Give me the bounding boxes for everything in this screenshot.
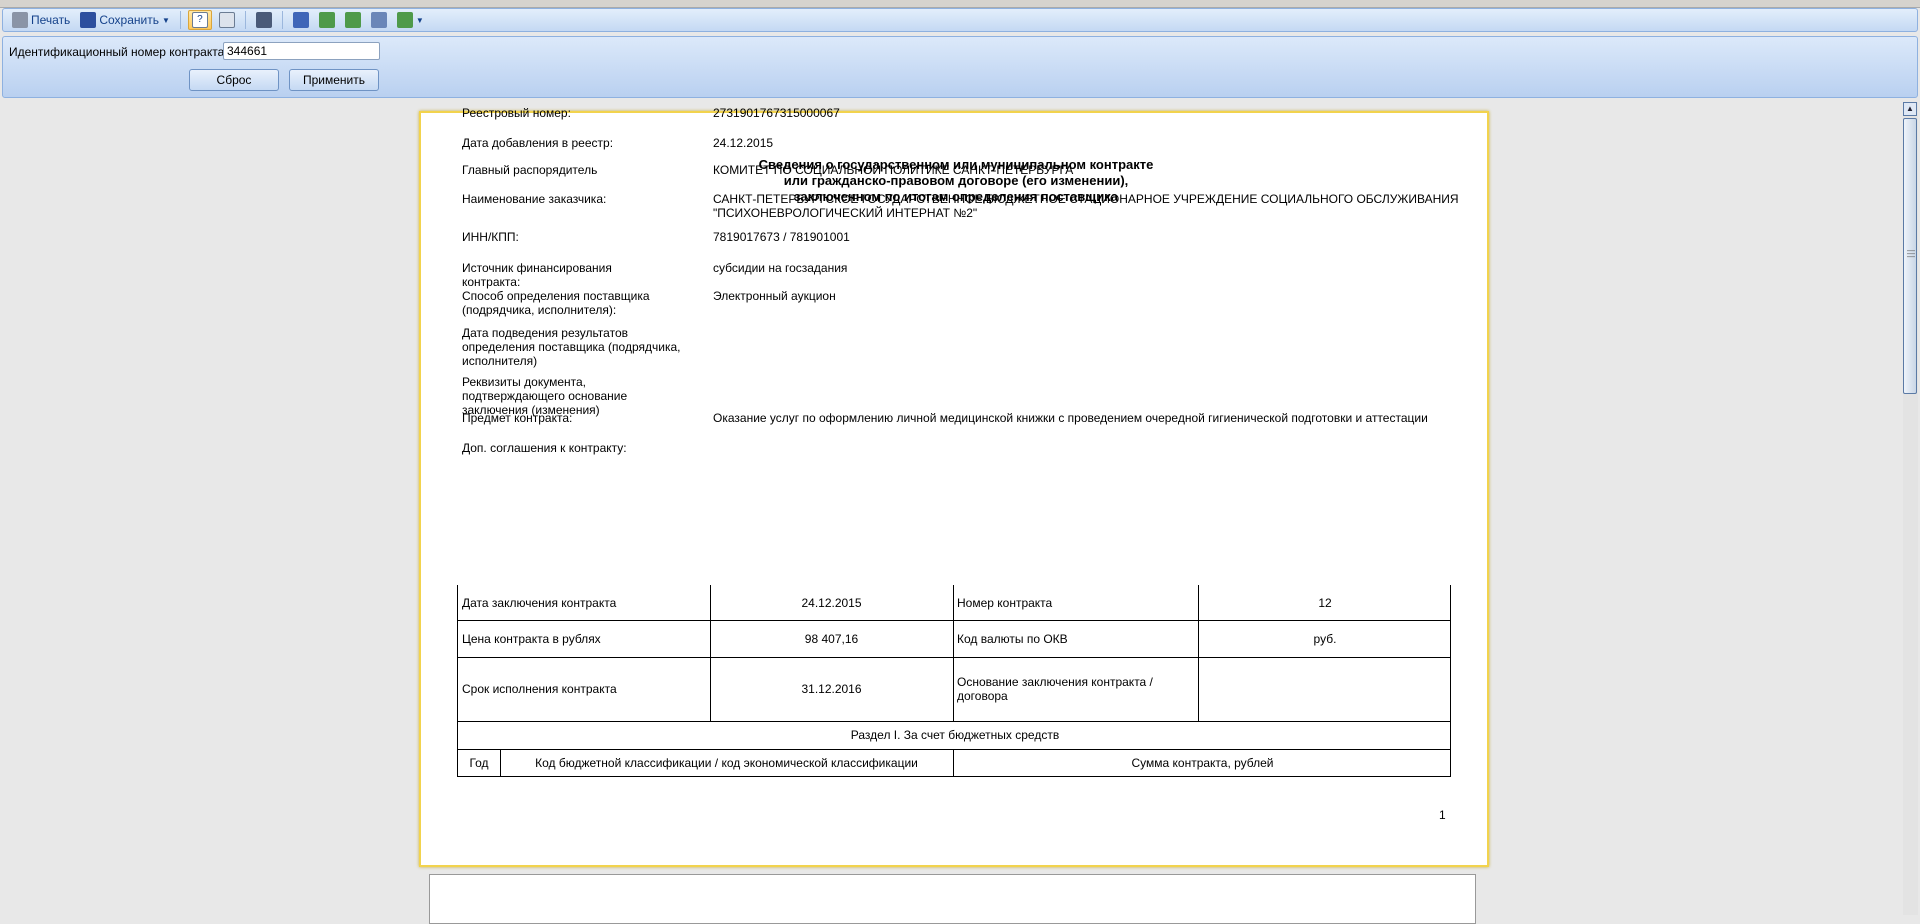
two-pages-button[interactable] (342, 10, 364, 30)
contract-table: Дата заключения контракта 24.12.2015 Номер… (457, 585, 1451, 777)
field-label: Дата добавления в реестр: (462, 136, 614, 150)
chevron-down-icon: ▼ (161, 15, 170, 25)
field-label: Предмет контракта: (462, 411, 573, 425)
chevron-down-icon: ▼ (415, 15, 424, 25)
document-map-button[interactable]: ? (187, 10, 212, 30)
multiple-pages-button[interactable]: ▼ (394, 10, 427, 30)
field-label: Реестровый номер: (462, 106, 571, 120)
table-header: Код бюджетной классификации / код эконом… (535, 756, 918, 770)
apply-button[interactable]: Применить (289, 69, 379, 91)
contract-id-input[interactable] (223, 42, 380, 60)
table-cell: Номер контракта (957, 595, 1053, 610)
page-layout-button[interactable] (216, 10, 238, 30)
field-label: Доп. соглашения к контракту: (462, 441, 627, 455)
toolbar-separator (281, 11, 283, 29)
page-columns-icon (218, 12, 235, 28)
table-rule (953, 585, 954, 721)
single-page-icon (292, 12, 309, 28)
single-page-button[interactable] (290, 10, 312, 30)
table-cell: Цена контракта в рублях (462, 631, 601, 646)
page-width-icon (318, 12, 335, 28)
scroll-up-arrow-icon[interactable]: ▲ (1903, 102, 1917, 116)
table-cell: 24.12.2015 (801, 595, 862, 610)
binoculars-icon (255, 12, 272, 28)
continuous-page-icon (370, 12, 387, 28)
filter-panel: Идентификационный номер контракта Сброс … (2, 36, 1918, 98)
field-label: Наименование заказчика: (462, 192, 607, 206)
table-rule (710, 585, 711, 721)
page-number: 1 (1439, 808, 1446, 822)
printer-icon (12, 12, 28, 28)
continuous-button[interactable] (368, 10, 390, 30)
save-button[interactable]: Сохранить ▼ (77, 10, 173, 30)
toolbar-separator (244, 11, 246, 29)
print-button[interactable]: Печать (9, 10, 73, 30)
page-width-button[interactable] (316, 10, 338, 30)
grip-icon: — — — (1907, 246, 1915, 261)
two-pages-icon (344, 12, 361, 28)
field-label: Способ определения поставщика (подрядчик… (462, 289, 650, 317)
report-page-2 (429, 874, 1476, 924)
field-value: 2731901767315000067 (713, 106, 840, 120)
report-toolbar: Печать Сохранить ▼ ? ▼ (2, 8, 1918, 32)
help-document-icon: ? (191, 12, 208, 28)
table-cell: 12 (1318, 595, 1332, 610)
field-value: Электронный аукцион (713, 289, 836, 303)
floppy-disk-icon (80, 12, 97, 28)
table-header: Год (469, 756, 489, 770)
field-value: 7819017673 / 781901001 (713, 230, 850, 244)
table-cell (1202, 657, 1448, 721)
table-rule (1198, 585, 1199, 721)
field-label: Дата подведения результатов определения … (462, 326, 681, 368)
table-cell: 98 407,16 (804, 631, 859, 646)
contract-id-label: Идентификационный номер контракта (9, 45, 225, 59)
toolbar-separator (179, 11, 181, 29)
field-value: Оказание услуг по оформлению личной меди… (713, 411, 1428, 425)
multiple-pages-icon (396, 12, 413, 28)
table-cell: 31.12.2016 (801, 682, 862, 696)
field-label: Источник финансирования контракта: (462, 261, 612, 289)
reset-button[interactable]: Сброс (189, 69, 279, 91)
table-cell: Срок исполнения контракта (462, 682, 617, 696)
section-title: Раздел I. За счет бюджетных средств (850, 728, 1060, 742)
field-value: КОМИТЕТ ПО СОЦИАЛЬНОЙ ПОЛИТИКЕ САНКТ-ПЕТ… (713, 163, 1074, 177)
table-cell: Основание заключения контракта / договор… (957, 675, 1153, 703)
field-label: ИНН/КПП: (462, 230, 519, 244)
table-cell: Дата заключения контракта (462, 595, 617, 610)
field-label: Главный распорядитель (462, 163, 598, 177)
field-value: субсидии на госзадания (713, 261, 848, 275)
table-header: Сумма контракта, рублей (1131, 756, 1274, 770)
table-cell: Код валюты по ОКВ (957, 631, 1068, 646)
scrollbar-thumb[interactable]: — — — (1903, 118, 1917, 394)
report-page: Сведения о государственном или муниципал… (419, 106, 1489, 867)
field-value: САНКТ-ПЕТЕРБУРГСКОЕ ГОСУДАРСТВЕННОЕ БЮДЖ… (713, 192, 1459, 220)
find-button[interactable] (253, 10, 275, 30)
window-top-strip (0, 0, 1920, 8)
vertical-scrollbar[interactable]: ▲ — — — (1903, 102, 1918, 915)
table-cell: руб. (1313, 631, 1337, 646)
field-value: 24.12.2015 (713, 136, 774, 150)
